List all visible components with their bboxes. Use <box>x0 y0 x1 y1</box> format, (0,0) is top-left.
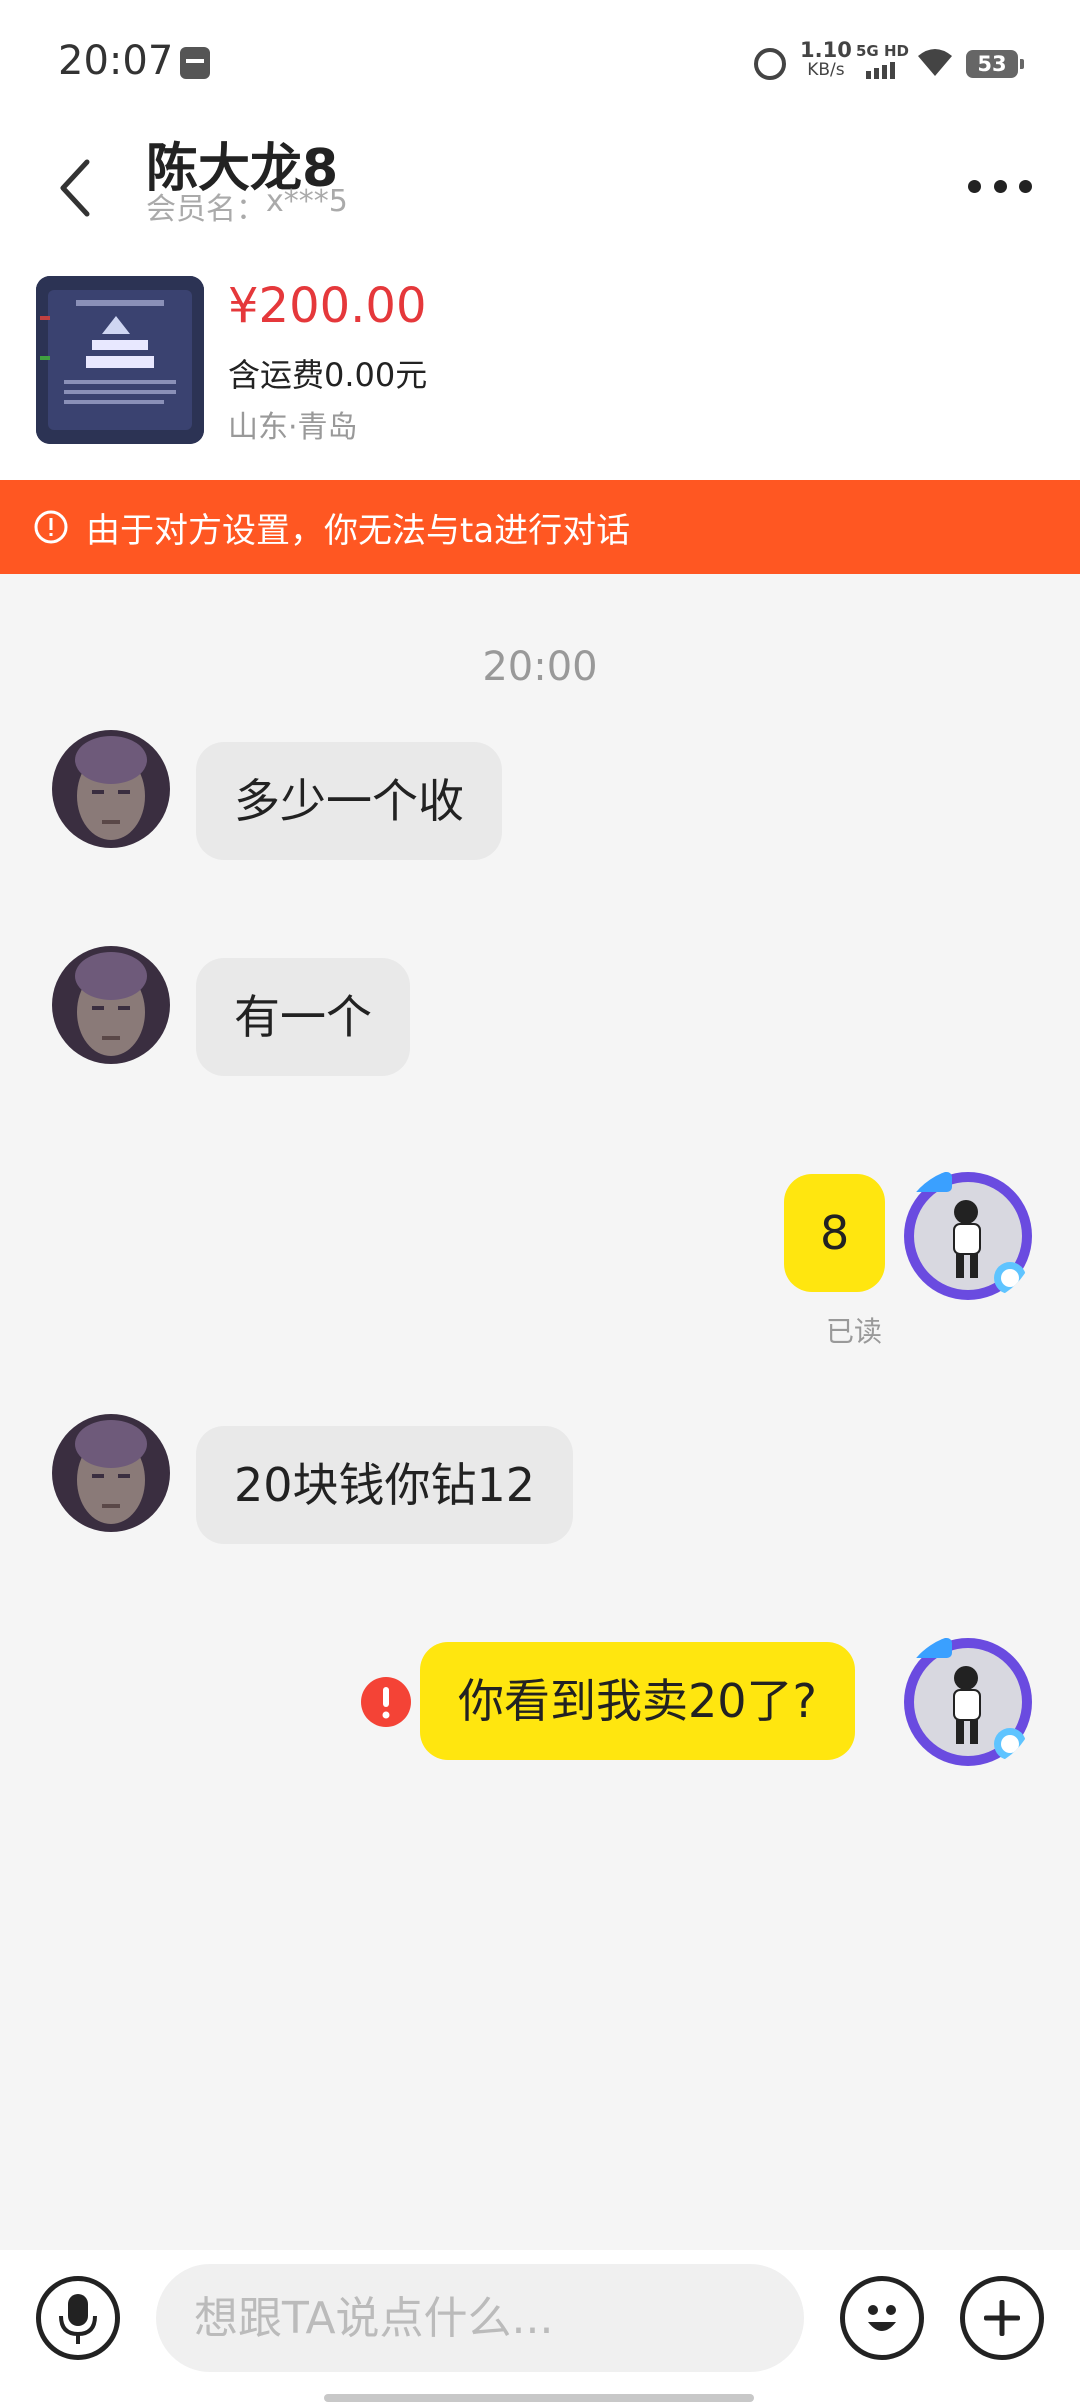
battery-icon: 53 <box>966 50 1024 78</box>
message-timestamp: 20:00 <box>482 644 598 690</box>
message-bubble-sent[interactable]: 8 <box>784 1174 886 1292</box>
voice-button[interactable] <box>36 2276 120 2360</box>
buddha-face-icon <box>52 730 170 848</box>
chat-screen: 20:07 1.10 KB/s 5G HD 53 陈大龙8 会员名： x***5 <box>0 0 1080 2408</box>
back-button[interactable] <box>40 140 110 236</box>
product-price: ¥200.00 <box>228 278 427 334</box>
product-location: 山东·青岛 <box>228 410 358 445</box>
message-bubble-received[interactable]: 20块钱你钻12 <box>196 1426 574 1544</box>
wifi-icon <box>918 49 952 76</box>
message-list: 20:00 多少一个收 有一个 8 已读 20块钱你钻12 你看到我卖20了? <box>0 574 1080 2250</box>
message-bubble-sent[interactable]: 你看到我卖20了? <box>420 1642 855 1760</box>
emoji-icon <box>868 2305 896 2331</box>
warning-banner: 由于对方设置，你无法与ta进行对话 <box>0 480 1080 574</box>
more-icon <box>968 179 981 193</box>
chat-header: 陈大龙8 会员名： x***5 <box>0 120 1080 270</box>
product-thumbnail[interactable] <box>36 276 204 444</box>
user-avatar-icon <box>904 1638 1032 1766</box>
contact-avatar[interactable] <box>52 730 170 848</box>
net-speed: 1.10 KB/s <box>800 38 852 81</box>
notification-card-icon <box>180 47 210 79</box>
home-indicator[interactable] <box>324 2394 754 2402</box>
message-bubble-received[interactable]: 多少一个收 <box>196 742 502 860</box>
net-speed-unit: KB/s <box>807 60 845 80</box>
contact-avatar[interactable] <box>52 1414 170 1532</box>
contact-avatar[interactable] <box>52 946 170 1064</box>
buddha-face-icon <box>52 946 170 1064</box>
my-avatar[interactable] <box>900 1634 1036 1770</box>
emoji-button[interactable] <box>840 2276 924 2360</box>
member-info: 会员名： x***5 <box>146 184 348 228</box>
error-icon[interactable] <box>360 1676 412 1728</box>
product-image <box>36 276 204 444</box>
network-type: 5G HD <box>856 42 909 60</box>
microphone-icon <box>59 2294 97 2344</box>
member-label: 会员名： <box>146 192 266 227</box>
alarm-icon <box>754 48 786 80</box>
back-icon <box>60 159 90 217</box>
user-avatar-icon <box>904 1172 1032 1300</box>
message-input[interactable] <box>156 2264 804 2372</box>
alert-circle-icon <box>34 510 68 544</box>
signal-icon <box>866 62 895 79</box>
status-bar: 20:07 1.10 KB/s 5G HD 53 <box>0 0 1080 120</box>
message-bubble-received[interactable]: 有一个 <box>196 958 410 1076</box>
my-avatar[interactable] <box>900 1168 1036 1304</box>
read-receipt: 已读 <box>826 1315 883 1348</box>
product-card[interactable]: ¥200.00 含运费0.00元 山东·青岛 <box>0 270 1080 480</box>
net-speed-value: 1.10 <box>800 38 852 62</box>
more-actions-button[interactable] <box>960 2276 1044 2360</box>
more-button[interactable] <box>960 158 1040 214</box>
shipping-info: 含运费0.00元 <box>228 356 428 394</box>
plus-icon <box>984 2300 1020 2336</box>
status-time: 20:07 <box>58 38 174 84</box>
buddha-face-icon <box>52 1414 170 1532</box>
member-id: x***5 <box>266 184 348 219</box>
input-bar <box>0 2250 1080 2408</box>
warning-text: 由于对方设置，你无法与ta进行对话 <box>86 510 631 551</box>
